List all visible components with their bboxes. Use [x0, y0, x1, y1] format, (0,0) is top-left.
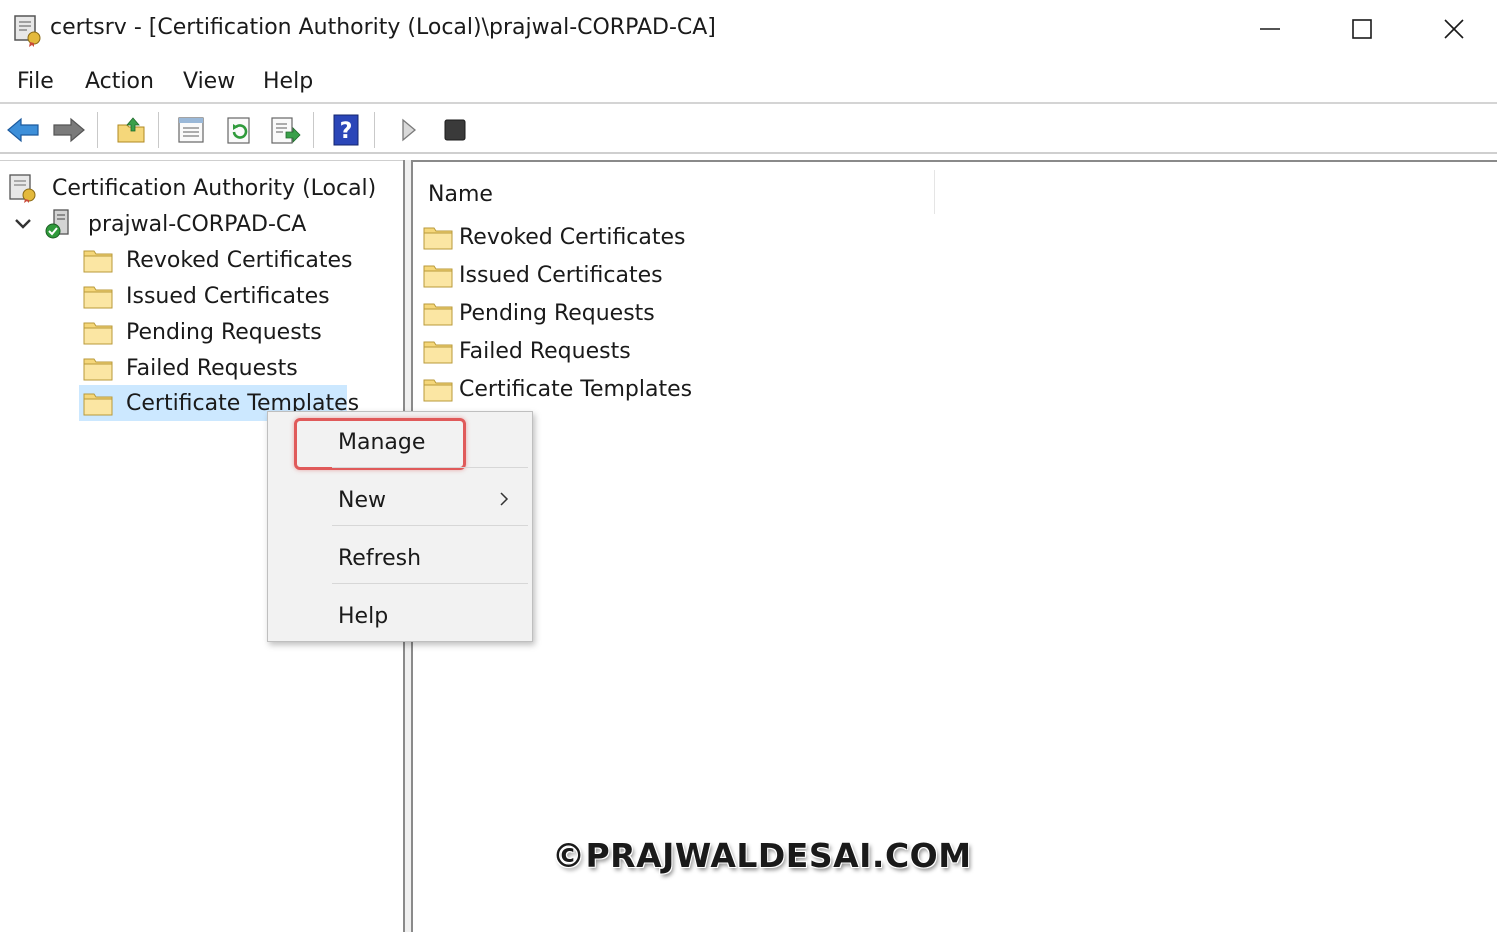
tree-node-certification-authority[interactable]: Certification Authority (Local) [8, 170, 376, 206]
folder-icon [82, 246, 114, 274]
title-bar: certsrv - [Certification Authority (Loca… [0, 0, 1497, 62]
window-title: certsrv - [Certification Authority (Loca… [50, 15, 716, 40]
toolbar-separator [374, 112, 375, 148]
results-pane[interactable]: Name Revoked Certificates Issued Certifi… [413, 160, 1497, 932]
list-item-pending-requests[interactable]: Pending Requests [423, 294, 655, 332]
highlight-box [294, 418, 466, 470]
menu-action[interactable]: Action [85, 69, 154, 94]
menu-separator [332, 583, 528, 584]
help-icon: ? [333, 114, 359, 146]
menu-file[interactable]: File [17, 69, 54, 94]
folder-icon [82, 318, 114, 346]
folder-icon [423, 299, 453, 327]
context-menu-manage[interactable]: Manage [268, 416, 532, 470]
context-menu-new[interactable]: New [268, 474, 532, 526]
folder-icon [423, 223, 453, 251]
close-button[interactable] [1408, 0, 1497, 58]
context-menu: Manage New Refresh Help [267, 411, 533, 642]
tree-node-label: Issued Certificates [126, 283, 330, 309]
chevron-right-icon [500, 492, 509, 506]
tree-node-ca-server[interactable]: prajwal-CORPAD-CA [44, 206, 306, 242]
back-button[interactable] [4, 112, 42, 148]
menu-item-label: Help [338, 604, 389, 629]
toolbar-separator [158, 112, 159, 148]
tree-node-pending-requests[interactable]: Pending Requests [82, 314, 322, 350]
folder-icon [82, 282, 114, 310]
list-item-label: Certificate Templates [459, 376, 693, 402]
export-list-icon [271, 117, 301, 144]
tree-node-revoked-certificates[interactable]: Revoked Certificates [82, 242, 353, 278]
tree-node-label: Failed Requests [126, 355, 298, 381]
maximize-icon [1352, 19, 1372, 39]
folder-icon [423, 261, 453, 289]
minimize-icon [1260, 28, 1280, 30]
maximize-button[interactable] [1316, 0, 1408, 58]
menu-item-label: Refresh [338, 546, 422, 571]
toolbar: ? [0, 106, 1497, 154]
tree-node-failed-requests[interactable]: Failed Requests [82, 350, 298, 386]
stop-service-icon [444, 119, 466, 141]
certsrv-app-icon[interactable] [12, 14, 46, 48]
menu-separator [332, 467, 528, 468]
properties-button[interactable] [172, 112, 210, 148]
list-item-failed-requests[interactable]: Failed Requests [423, 332, 631, 370]
forward-button[interactable] [50, 112, 88, 148]
menu-item-label: New [338, 488, 386, 513]
up-one-level-button[interactable] [112, 112, 150, 148]
column-header-label: Name [428, 182, 493, 207]
menu-view[interactable]: View [183, 69, 235, 94]
toolbar-separator [97, 112, 98, 148]
refresh-icon [227, 117, 250, 144]
refresh-button[interactable] [220, 112, 258, 148]
column-header-name[interactable]: Name [413, 170, 935, 214]
up-folder-icon [117, 117, 145, 143]
list-item-certificate-templates[interactable]: Certificate Templates [423, 370, 692, 408]
back-arrow-icon [7, 117, 39, 143]
list-item-label: Pending Requests [459, 300, 655, 326]
tree-node-label: Pending Requests [126, 319, 322, 345]
list-item-issued-certificates[interactable]: Issued Certificates [423, 256, 663, 294]
tree-node-label: Certification Authority (Local) [52, 175, 377, 201]
folder-icon [82, 354, 114, 382]
properties-icon [178, 117, 204, 143]
forward-arrow-icon [53, 117, 85, 143]
menu-help[interactable]: Help [263, 69, 313, 94]
close-icon [1444, 19, 1464, 39]
list-item-revoked-certificates[interactable]: Revoked Certificates [423, 218, 686, 256]
folder-icon [423, 375, 453, 403]
tree-node-label: prajwal-CORPAD-CA [88, 211, 307, 237]
list-item-label: Revoked Certificates [459, 224, 686, 250]
list-item-label: Issued Certificates [459, 262, 663, 288]
context-menu-refresh[interactable]: Refresh [268, 532, 532, 584]
svg-text:?: ? [340, 119, 353, 144]
start-service-icon [402, 118, 417, 142]
ca-server-running-icon [44, 209, 76, 239]
minimize-button[interactable] [1224, 0, 1316, 58]
tree-node-issued-certificates[interactable]: Issued Certificates [82, 278, 330, 314]
menu-bar: File Action View Help [0, 62, 1497, 104]
stop-service-button[interactable] [436, 112, 474, 148]
help-button[interactable]: ? [327, 112, 365, 148]
context-menu-help[interactable]: Help [268, 590, 532, 642]
folder-icon [423, 337, 453, 365]
certificate-authority-icon [8, 174, 40, 203]
tree-node-label: Revoked Certificates [126, 247, 353, 273]
toolbar-separator [313, 112, 314, 148]
watermark: ©PRAJWALDESAI.COM [552, 836, 972, 875]
start-service-button[interactable] [390, 112, 428, 148]
folder-icon [82, 389, 114, 417]
chevron-down-icon[interactable] [12, 213, 34, 235]
export-list-button[interactable] [266, 112, 304, 148]
menu-separator [332, 525, 528, 526]
list-item-label: Failed Requests [459, 338, 631, 364]
